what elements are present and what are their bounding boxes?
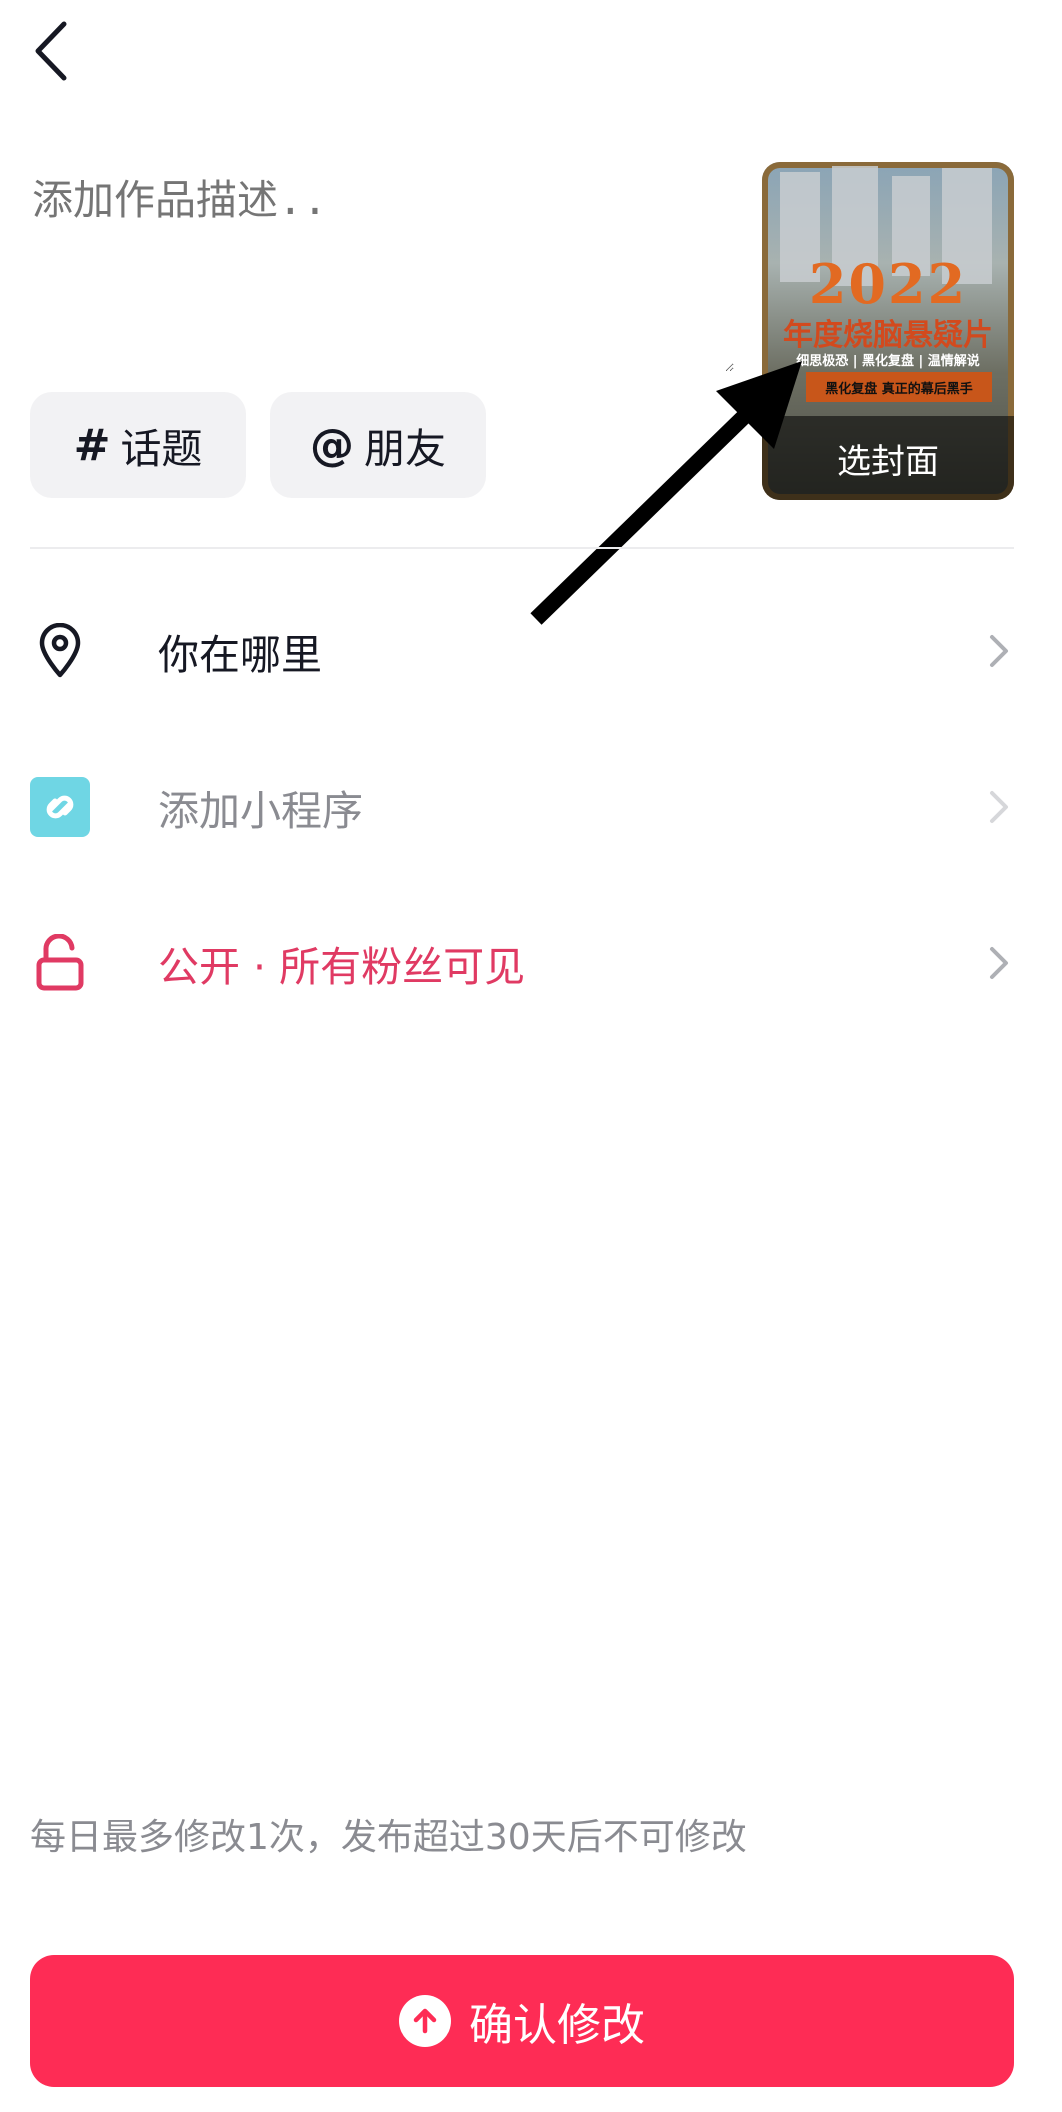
back-button[interactable] <box>24 16 80 86</box>
topic-label: 话题 <box>120 425 203 473</box>
description-input[interactable] <box>30 168 734 372</box>
chevron-right-icon <box>990 635 1008 667</box>
select-cover-label: 选封面 <box>762 416 1014 500</box>
unlock-icon <box>30 933 90 993</box>
cover-thumbnail[interactable]: 2022 年度烧脑悬疑片 细思极恐 | 黑化复盘 | 温情解说 黑化复盘 真正的… <box>762 162 1014 500</box>
hashtag-icon: # <box>73 419 111 471</box>
confirm-edit-button[interactable]: 确认修改 <box>30 1955 1014 2087</box>
privacy-label: 公开 · 所有粉丝可见 <box>158 943 526 991</box>
location-label: 你在哪里 <box>158 631 322 679</box>
confirm-edit-label: 确认修改 <box>469 2000 645 2051</box>
cover-tags-text: 细思极恐 | 黑化复盘 | 温情解说 <box>796 354 980 369</box>
divider <box>30 547 1014 549</box>
topic-button[interactable]: # 话题 <box>30 392 246 498</box>
friend-label: 朋友 <box>364 425 446 473</box>
chevron-right-icon <box>990 947 1008 979</box>
at-icon: @ <box>310 419 354 471</box>
upload-arrow-icon <box>399 1995 451 2047</box>
location-pin-icon <box>30 621 90 681</box>
edit-limit-note: 每日最多修改1次，发布超过30天后不可修改 <box>30 1817 747 1858</box>
chevron-right-icon <box>990 791 1008 823</box>
cover-banner-text: 黑化复盘 真正的幕后黑手 <box>806 372 992 402</box>
cover-title-text: 年度烧脑悬疑片 <box>783 318 993 353</box>
location-row[interactable]: 你在哪里 <box>30 596 1014 706</box>
privacy-row[interactable]: 公开 · 所有粉丝可见 <box>30 908 1014 1018</box>
cover-year-text: 2022 <box>808 252 968 316</box>
chevron-left-icon <box>35 21 67 81</box>
mini-program-row[interactable]: 添加小程序 <box>30 752 1014 862</box>
mini-program-label: 添加小程序 <box>158 787 363 835</box>
mini-program-icon <box>30 777 90 837</box>
mention-friend-button[interactable]: @ 朋友 <box>270 392 486 498</box>
